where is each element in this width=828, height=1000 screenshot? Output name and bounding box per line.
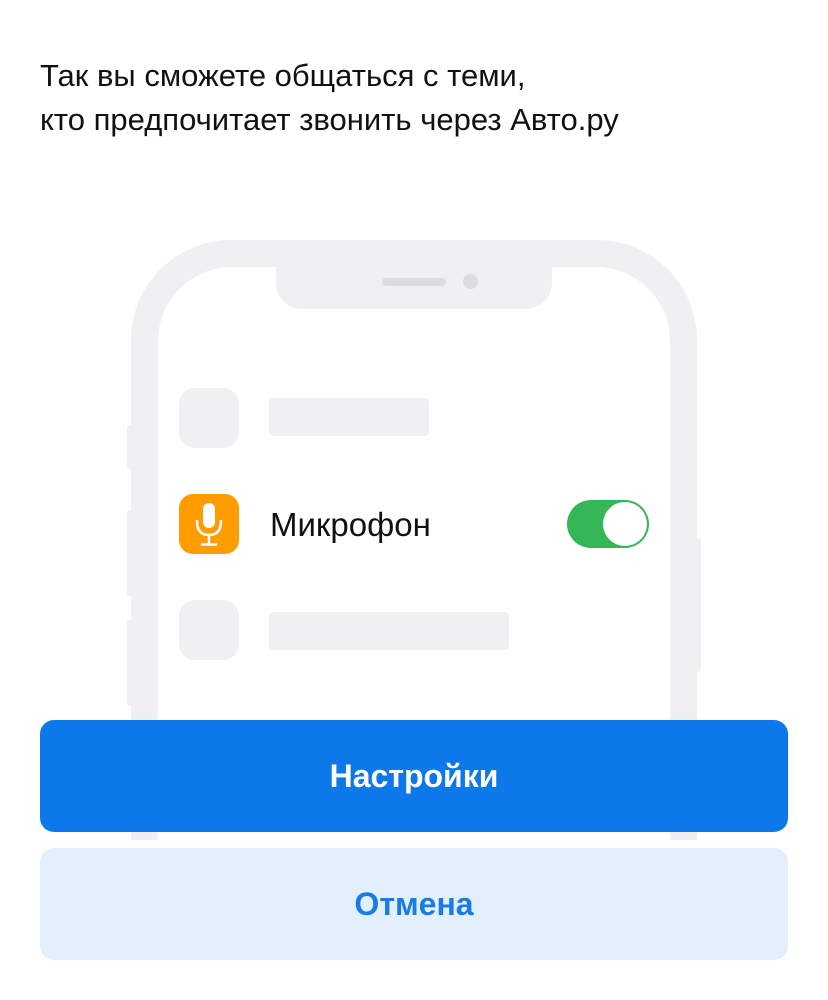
placeholder-bar-top [269, 398, 429, 436]
description-line-2: кто предпочитает звонить через Авто.ру [40, 102, 619, 137]
microphone-setting-label: Микрофон [270, 506, 431, 543]
microphone-toggle [567, 500, 649, 548]
phone-side-button-volume-down [127, 620, 133, 706]
phone-speaker [382, 278, 446, 286]
placeholder-icon-bottom [179, 600, 239, 660]
settings-button[interactable]: Настройки [40, 720, 788, 832]
microphone-icon [179, 494, 239, 554]
phone-notch [276, 266, 552, 309]
phone-side-button-volume-up [127, 510, 133, 596]
toggle-knob [603, 502, 647, 546]
permission-description: Так вы сможете общаться с теми, кто пред… [40, 54, 800, 142]
placeholder-icon-top [179, 388, 239, 448]
phone-camera [463, 274, 478, 289]
description-line-1: Так вы сможете общаться с теми, [40, 58, 526, 93]
cancel-button[interactable]: Отмена [40, 848, 788, 960]
phone-side-button-power [695, 538, 701, 672]
phone-side-button-silent [127, 425, 133, 469]
placeholder-bar-bottom [269, 612, 509, 650]
